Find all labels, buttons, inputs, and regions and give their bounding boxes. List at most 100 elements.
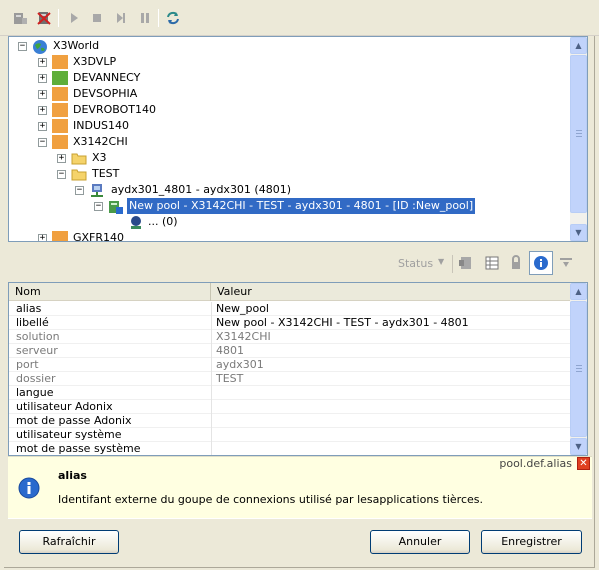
tree-expander[interactable]: − bbox=[18, 42, 27, 51]
property-name: utilisateur Adonix bbox=[16, 400, 113, 413]
chevron-down-icon[interactable]: ▼ bbox=[438, 257, 444, 266]
tree-node[interactable]: TEST bbox=[90, 166, 121, 182]
table-row[interactable]: utilisateur système bbox=[9, 428, 572, 442]
tree-expander[interactable]: − bbox=[94, 202, 103, 211]
delete-server-icon[interactable] bbox=[34, 8, 54, 28]
property-name: mot de passe Adonix bbox=[16, 414, 132, 427]
tree-panel: − X3World + X3DVLP + DEVANNECY + DEVSOPH… bbox=[8, 36, 588, 242]
refresh-icon[interactable] bbox=[163, 8, 183, 28]
property-name: langue bbox=[16, 386, 54, 399]
tree-node[interactable]: X3142CHI bbox=[71, 134, 130, 150]
table-row[interactable]: alias New_pool bbox=[9, 302, 572, 316]
tree-node[interactable]: GXFR140 bbox=[71, 230, 126, 241]
tree-expander[interactable]: + bbox=[38, 122, 47, 131]
column-header-name[interactable]: Nom bbox=[9, 283, 211, 301]
server-icon[interactable] bbox=[10, 8, 30, 28]
table-row[interactable]: port aydx301 bbox=[9, 358, 572, 372]
tree-expander[interactable]: + bbox=[38, 58, 47, 67]
info-description: Identifant externe du goupe de connexion… bbox=[58, 493, 483, 506]
property-name: mot de passe système bbox=[16, 442, 141, 455]
table-row[interactable]: serveur 4801 bbox=[9, 344, 572, 358]
property-value: 4801 bbox=[216, 344, 244, 357]
tree-expander[interactable]: + bbox=[57, 154, 66, 163]
tree-node[interactable]: DEVROBOT140 bbox=[71, 102, 158, 118]
tree-node[interactable]: DEVSOPHIA bbox=[71, 86, 139, 102]
column-header-value[interactable]: Valeur bbox=[211, 283, 572, 301]
properties-scrollbar[interactable]: ▲ ▼ bbox=[570, 283, 587, 455]
scroll-up-icon[interactable]: ▲ bbox=[570, 37, 587, 54]
close-icon[interactable]: ✕ bbox=[577, 457, 590, 470]
pause-icon[interactable] bbox=[135, 8, 155, 28]
x3-badge-icon bbox=[52, 103, 68, 117]
table-row[interactable]: utilisateur Adonix bbox=[9, 400, 572, 414]
tree-node-root[interactable]: X3World bbox=[51, 38, 101, 54]
scroll-down-icon[interactable]: ▼ bbox=[570, 224, 587, 241]
tree-expander[interactable]: + bbox=[38, 74, 47, 83]
property-value[interactable]: New pool - X3142CHI - TEST - aydx301 - 4… bbox=[216, 316, 469, 330]
doc-icon[interactable] bbox=[456, 253, 476, 273]
x3-badge-icon bbox=[52, 231, 68, 241]
columns-icon[interactable] bbox=[482, 253, 502, 273]
table-row[interactable]: mot de passe système bbox=[9, 442, 572, 455]
info-panel: pool.def.alias ✕ alias Identifant extern… bbox=[8, 456, 592, 518]
table-row[interactable]: libellé New pool - X3142CHI - TEST - ayd… bbox=[9, 316, 572, 330]
tree-expander[interactable]: − bbox=[38, 138, 47, 147]
tree-node[interactable]: INDUS140 bbox=[71, 118, 131, 134]
x3-badge-icon bbox=[52, 87, 68, 101]
info-icon bbox=[18, 477, 40, 502]
property-value: TEST bbox=[216, 372, 244, 385]
tree-expander[interactable]: − bbox=[75, 186, 84, 195]
table-row[interactable]: langue bbox=[9, 386, 572, 400]
network-server-icon bbox=[89, 183, 105, 197]
stop-icon[interactable] bbox=[87, 8, 107, 28]
toolbar-separator bbox=[452, 255, 453, 273]
tree-node[interactable]: aydx301_4801 - aydx301 (4801) bbox=[109, 182, 293, 198]
tree-node[interactable]: ... (0) bbox=[146, 214, 180, 230]
table-row[interactable]: mot de passe Adonix bbox=[9, 414, 572, 428]
scroll-up-icon[interactable]: ▲ bbox=[570, 283, 587, 300]
x3-badge-icon bbox=[52, 135, 68, 149]
folder-icon bbox=[71, 151, 87, 165]
property-value[interactable]: New_pool bbox=[216, 302, 269, 316]
scroll-thumb[interactable] bbox=[570, 301, 587, 437]
tree-node-selected[interactable]: New pool - X3142CHI - TEST - aydx301 - 4… bbox=[125, 197, 477, 215]
cancel-button[interactable]: Annuler bbox=[370, 530, 470, 554]
property-name: serveur bbox=[16, 344, 58, 357]
property-name: port bbox=[16, 358, 39, 371]
tree-scrollbar[interactable]: ▲ ▼ bbox=[570, 37, 587, 241]
pool-icon bbox=[108, 199, 124, 214]
scroll-thumb[interactable] bbox=[570, 55, 587, 213]
status-dropdown[interactable]: Status bbox=[398, 257, 433, 270]
table-row[interactable]: dossier TEST bbox=[9, 372, 572, 386]
status-toolbar: Status ▼ bbox=[0, 248, 599, 278]
tree-expander[interactable]: + bbox=[38, 234, 47, 241]
tree-expander[interactable]: + bbox=[38, 90, 47, 99]
tree-expander[interactable]: − bbox=[57, 170, 66, 179]
table-header: Nom Valeur bbox=[9, 283, 572, 301]
toolbar-separator bbox=[58, 9, 59, 27]
tree-node[interactable]: X3DVLP bbox=[71, 54, 118, 70]
toolbar bbox=[0, 0, 599, 36]
info-toggle-icon[interactable] bbox=[529, 251, 553, 275]
refresh-button[interactable]: Rafraîchir bbox=[19, 530, 119, 554]
tree-node[interactable]: DEVANNECY bbox=[71, 70, 142, 86]
scroll-down-icon[interactable]: ▼ bbox=[570, 438, 587, 455]
folder-open-icon bbox=[71, 167, 87, 181]
property-name: utilisateur système bbox=[16, 428, 122, 441]
play-icon[interactable] bbox=[64, 8, 84, 28]
properties-table: Nom Valeur alias New_pool libellé New po… bbox=[8, 282, 588, 456]
tree-expander[interactable]: + bbox=[38, 106, 47, 115]
property-name: solution bbox=[16, 330, 60, 343]
step-icon[interactable] bbox=[111, 8, 131, 28]
x3-badge-icon bbox=[52, 119, 68, 133]
filter-icon[interactable] bbox=[556, 253, 576, 273]
table-row[interactable]: solution X3142CHI bbox=[9, 330, 572, 344]
save-button[interactable]: Enregistrer bbox=[481, 530, 582, 554]
lock-icon[interactable] bbox=[506, 253, 526, 273]
toolbar-separator bbox=[158, 9, 159, 27]
x3-badge-icon bbox=[52, 55, 68, 69]
x3-badge-icon bbox=[52, 71, 68, 85]
info-title: alias bbox=[58, 469, 87, 482]
tree-node[interactable]: X3 bbox=[90, 150, 109, 166]
globe-icon bbox=[32, 39, 48, 54]
